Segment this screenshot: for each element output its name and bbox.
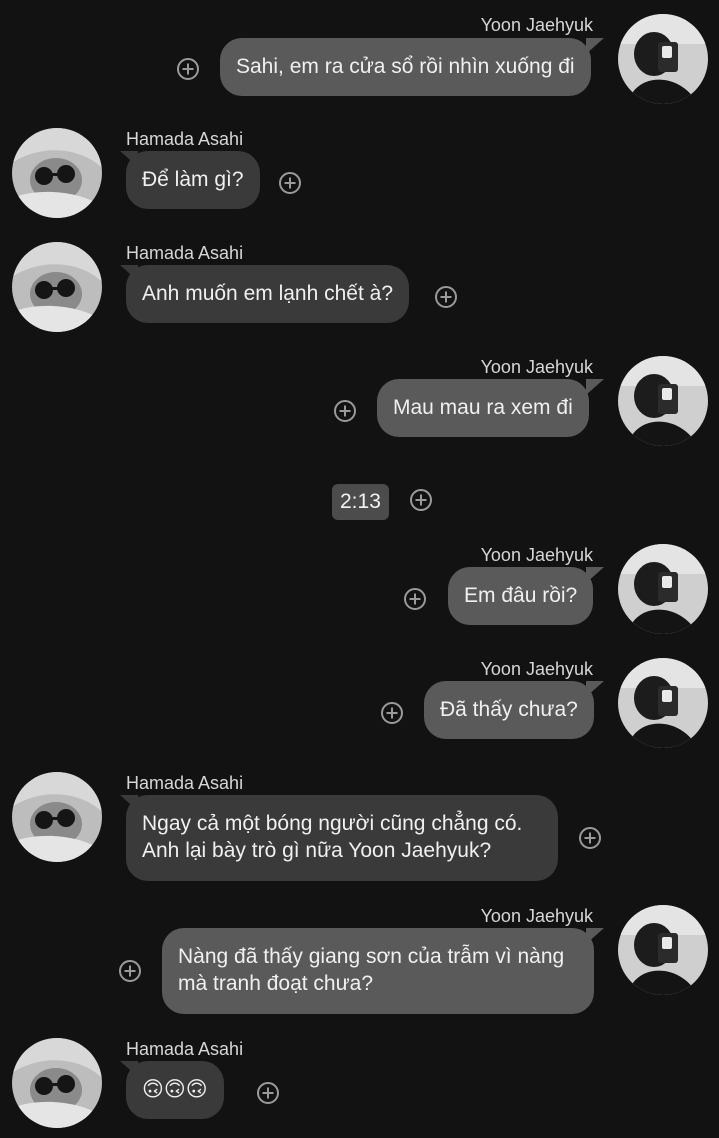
timestamp-chip: 2:13 [332, 484, 389, 520]
message-bubble[interactable]: Sahi, em ra cửa sổ rồi nhìn xuống đi [220, 38, 591, 96]
plus-circle-icon[interactable] [119, 960, 141, 982]
avatar-hamada-asahi[interactable] [12, 772, 102, 862]
sender-name: Yoon Jaehyuk [480, 15, 593, 35]
plus-circle-icon[interactable] [381, 702, 403, 724]
avatar-photo-icon [618, 658, 708, 748]
bubble-tail-icon [586, 38, 604, 54]
bubble-tail-icon [586, 928, 604, 944]
sender-name: Yoon Jaehyuk [480, 545, 593, 565]
plus-circle-icon[interactable] [257, 1082, 279, 1104]
plus-circle-icon[interactable] [410, 489, 432, 511]
message-bubble[interactable]: Để làm gì? [126, 151, 260, 209]
avatar-photo-icon [12, 242, 102, 332]
avatar-photo-icon [618, 905, 708, 995]
chat-screen: Yoon Jaehyuk Sahi, em ra cửa sổ rồi nhìn… [0, 0, 719, 1138]
sender-name: Yoon Jaehyuk [480, 906, 593, 926]
avatar-photo-icon [12, 772, 102, 862]
avatar-yoon-jaehyuk[interactable] [618, 14, 708, 104]
sender-name: Hamada Asahi [126, 243, 244, 263]
sender-name: Hamada Asahi [126, 1039, 244, 1059]
plus-circle-icon[interactable] [279, 172, 301, 194]
message-bubble[interactable]: Ngay cả một bóng người cũng chẳng có. An… [126, 795, 558, 881]
avatar-photo-icon [618, 14, 708, 104]
sender-name: Hamada Asahi [126, 129, 244, 149]
plus-circle-icon[interactable] [579, 827, 601, 849]
avatar-yoon-jaehyuk[interactable] [618, 658, 708, 748]
message-bubble[interactable]: Anh muốn em lạnh chết à? [126, 265, 409, 323]
plus-circle-icon[interactable] [177, 58, 199, 80]
avatar-yoon-jaehyuk[interactable] [618, 356, 708, 446]
avatar-yoon-jaehyuk[interactable] [618, 544, 708, 634]
sender-name: Yoon Jaehyuk [480, 357, 593, 377]
plus-circle-icon[interactable] [435, 286, 457, 308]
avatar-photo-icon [618, 356, 708, 446]
message-bubble[interactable]: 🙃🙃🙃 [126, 1061, 224, 1119]
plus-circle-icon[interactable] [404, 588, 426, 610]
message-bubble[interactable]: Đã thấy chưa? [424, 681, 594, 739]
message-bubble[interactable]: Mau mau ra xem đi [377, 379, 589, 437]
bubble-tail-icon [586, 567, 604, 583]
sender-name: Yoon Jaehyuk [480, 659, 593, 679]
bubble-tail-icon [586, 681, 604, 697]
avatar-yoon-jaehyuk[interactable] [618, 905, 708, 995]
avatar-hamada-asahi[interactable] [12, 1038, 102, 1128]
sender-name: Hamada Asahi [126, 773, 244, 793]
plus-circle-icon[interactable] [334, 400, 356, 422]
avatar-hamada-asahi[interactable] [12, 242, 102, 332]
message-bubble[interactable]: Nàng đã thấy giang sơn của trẫm vì nàng … [162, 928, 594, 1014]
avatar-hamada-asahi[interactable] [12, 128, 102, 218]
bubble-tail-icon [586, 379, 604, 395]
avatar-photo-icon [12, 128, 102, 218]
avatar-photo-icon [12, 1038, 102, 1128]
avatar-photo-icon [618, 544, 708, 634]
message-bubble[interactable]: Em đâu rồi? [448, 567, 594, 625]
